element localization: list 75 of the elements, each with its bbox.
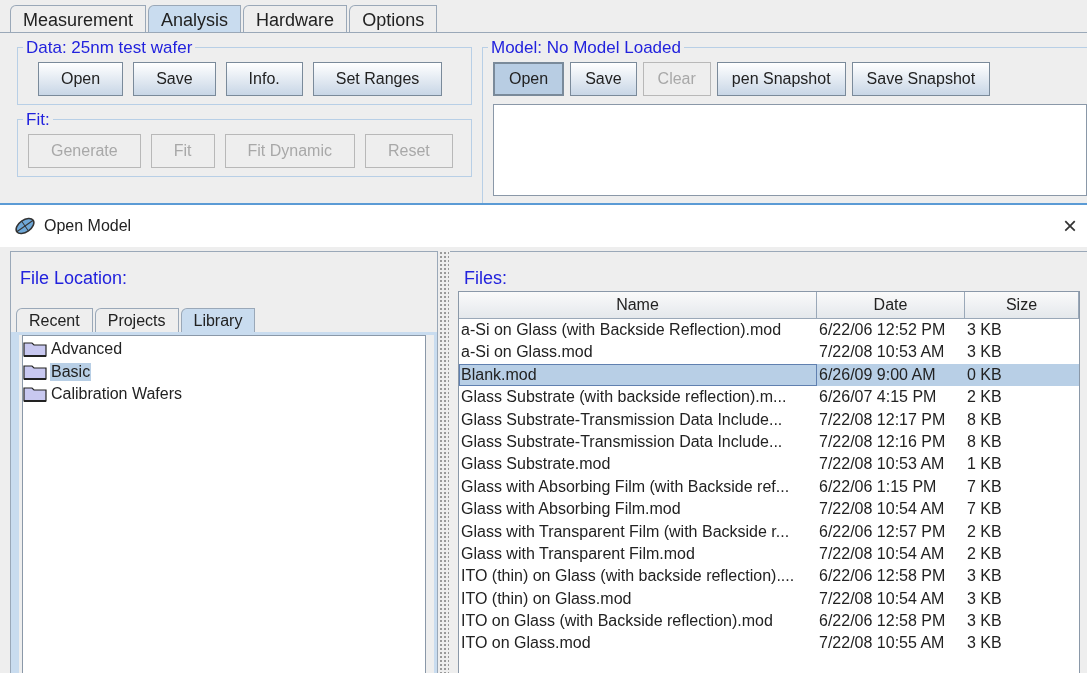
table-cell[interactable]: 3 KB — [965, 610, 1079, 633]
table-cell[interactable]: 6/22/06 12:52 PM — [817, 319, 965, 342]
table-cell[interactable]: 3 KB — [965, 319, 1079, 342]
table-cell[interactable]: ITO on Glass (with Backside reflection).mod — [459, 610, 817, 633]
table-cell[interactable]: 8 KB — [965, 408, 1079, 431]
tab[interactable]: Recent — [16, 308, 93, 332]
table-cell[interactable]: Glass with Absorbing Film (with Backside ref... — [459, 475, 817, 499]
table-cell[interactable]: Glass with Transparent Film (with Backside r... — [459, 520, 817, 543]
table-cell[interactable]: 7 KB — [965, 498, 1079, 521]
table-cell[interactable]: 7/22/08 10:53 AM — [817, 341, 965, 364]
table-cell[interactable]: a-Si on Glass.mod — [459, 341, 817, 364]
table-cell[interactable]: 7/22/08 12:17 PM — [817, 408, 965, 431]
tab[interactable]: Library — [180, 308, 256, 332]
splitter-handle[interactable] — [439, 251, 449, 673]
button[interactable]: Save — [133, 62, 216, 96]
table-cell[interactable]: 7/22/08 10:54 AM — [817, 587, 965, 611]
button[interactable]: Open — [493, 62, 565, 96]
table-cell[interactable]: Glass Substrate-Transmission Data Include... — [459, 430, 817, 454]
table-cell[interactable]: 6/26/09 9:00 AM — [817, 363, 965, 387]
table-cell[interactable]: 7/22/08 10:55 AM — [817, 632, 965, 655]
table-cell[interactable]: 6/22/06 1:15 PM — [817, 475, 965, 499]
button[interactable]: Save Snapshot — [851, 62, 991, 96]
button[interactable]: Save — [570, 62, 637, 96]
close-button[interactable]: × — [1063, 212, 1077, 240]
button[interactable]: Open — [38, 62, 124, 96]
table-cell[interactable]: 6/22/06 12:57 PM — [817, 520, 965, 543]
table-cell[interactable]: 3 KB — [965, 587, 1079, 611]
column-header[interactable]: Name — [459, 292, 817, 319]
table-cell[interactable]: ITO on Glass.mod — [459, 632, 817, 655]
table-cell[interactable]: 7/22/08 10:54 AM — [817, 498, 965, 521]
table-cell[interactable]: 7/22/08 12:16 PM — [817, 430, 965, 454]
table-cell[interactable]: 2 KB — [965, 520, 1079, 543]
table-cell[interactable]: Glass Substrate (with backside reflection).m... — [459, 386, 817, 409]
tab[interactable]: Projects — [94, 308, 179, 332]
tree-item[interactable]: Calibration Wafers — [50, 385, 183, 404]
button[interactable]: pen Snapshot — [716, 62, 846, 96]
table-cell[interactable]: 1 KB — [965, 453, 1079, 476]
folder-icon — [23, 363, 47, 380]
tree-item[interactable]: Advanced — [50, 340, 124, 359]
tab[interactable]: Analysis — [148, 5, 242, 32]
table-cell[interactable]: 6/26/07 4:15 PM — [817, 386, 965, 409]
table-cell[interactable]: 7/22/08 10:54 AM — [817, 542, 965, 566]
section-title: File Location: — [19, 267, 129, 290]
folder-icon — [23, 341, 47, 358]
table-cell[interactable]: ITO (thin) on Glass.mod — [459, 587, 817, 611]
table-cell[interactable]: 7 KB — [965, 475, 1079, 499]
app-icon — [14, 216, 36, 236]
table-cell[interactable]: 6/22/06 12:58 PM — [817, 610, 965, 633]
table-cell[interactable]: ITO (thin) on Glass (with backside reflection).... — [459, 565, 817, 588]
tab[interactable]: Hardware — [243, 5, 348, 32]
table-cell[interactable]: 2 KB — [965, 542, 1079, 566]
table-cell[interactable]: Blank.mod — [459, 363, 817, 387]
table-cell[interactable]: 3 KB — [965, 632, 1079, 655]
button[interactable]: Info. — [225, 62, 303, 96]
tab[interactable]: Measurement — [10, 5, 147, 32]
folder-icon — [23, 386, 47, 403]
table-cell[interactable]: Glass with Transparent Film.mod — [459, 542, 817, 566]
button[interactable]: Set Ranges — [312, 62, 443, 96]
table-cell[interactable]: 6/22/06 12:58 PM — [817, 565, 965, 588]
column-header[interactable]: Date — [817, 292, 965, 319]
column-header[interactable]: Size — [965, 292, 1079, 319]
table-cell[interactable]: 0 KB — [965, 363, 1079, 387]
table-cell[interactable]: 3 KB — [965, 341, 1079, 364]
dialog-title: Open Model — [44, 217, 133, 235]
section-title: Files: — [463, 267, 508, 290]
table-cell[interactable]: Glass Substrate-Transmission Data Include... — [459, 408, 817, 431]
table-cell[interactable]: a-Si on Glass (with Backside Reflection).mod — [459, 319, 817, 342]
tree-item[interactable]: Basic — [50, 362, 92, 381]
table-cell[interactable]: Glass Substrate.mod — [459, 453, 817, 476]
table-cell[interactable]: 8 KB — [965, 430, 1079, 454]
table-cell[interactable]: 3 KB — [965, 565, 1079, 588]
tab[interactable]: Options — [349, 5, 438, 32]
table-cell[interactable]: 2 KB — [965, 386, 1079, 409]
table-cell[interactable]: Glass with Absorbing Film.mod — [459, 498, 817, 521]
table-cell[interactable]: 7/22/08 10:53 AM — [817, 453, 965, 476]
